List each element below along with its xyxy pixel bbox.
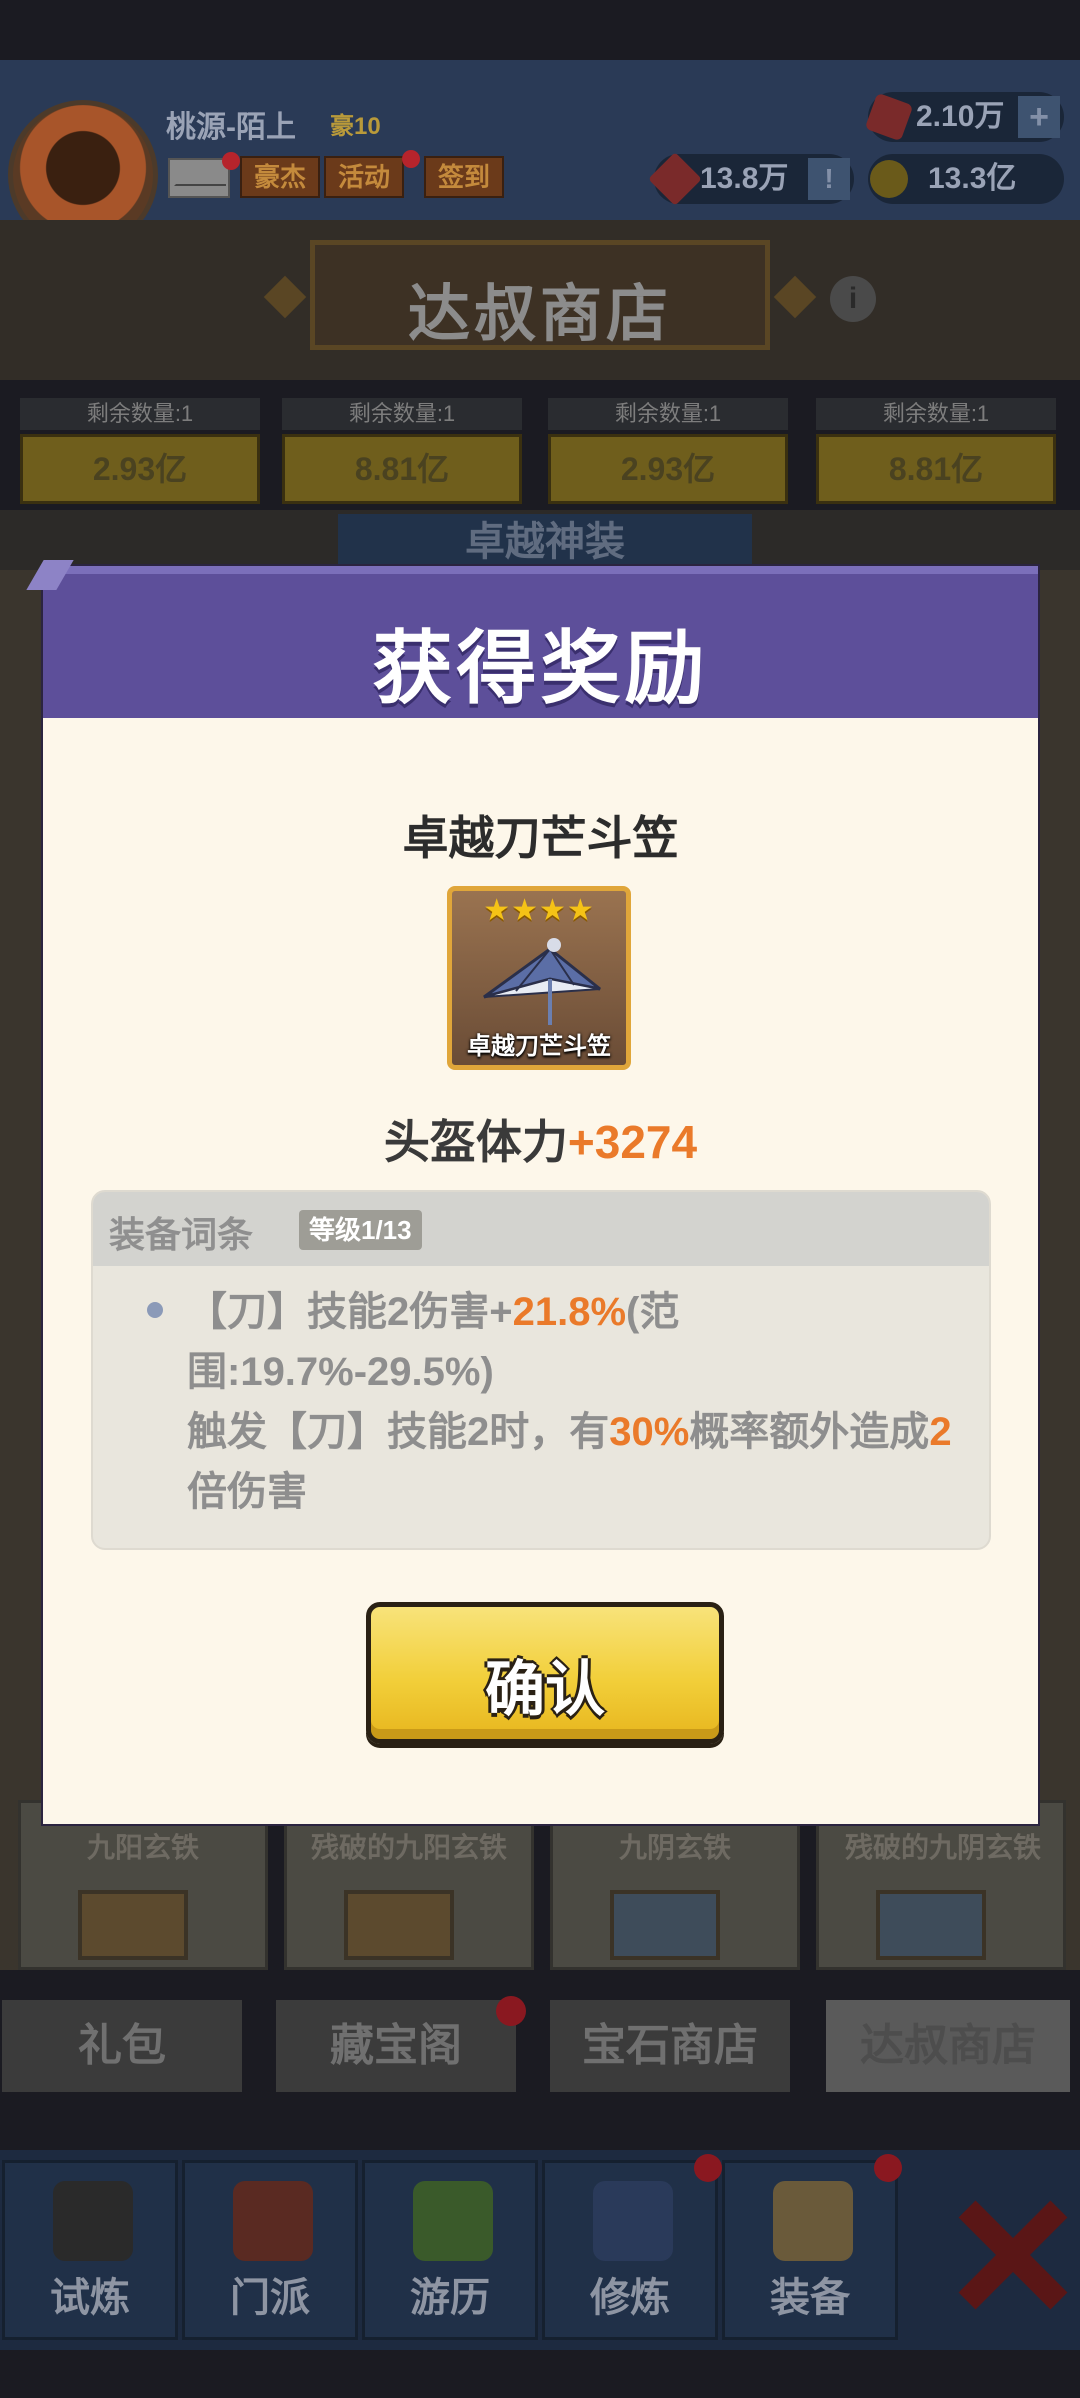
shop-slot[interactable]: 剩余数量:1 8.81亿 [816,398,1056,504]
tab-gift-pack[interactable]: 礼包 [2,2000,242,2092]
item-thumbnail [344,1890,454,1960]
remaining-count: 剩余数量:1 [816,398,1056,430]
stat-value: +3274 [567,1116,698,1168]
add-gems-button[interactable]: + [1018,96,1060,138]
sword-icon [773,2181,853,2261]
price-button[interactable]: 8.81亿 [282,434,522,504]
shop-slot[interactable]: 剩余数量:1 2.93亿 [548,398,788,504]
mail-badge-dot [222,152,240,170]
heroes-button[interactable]: 豪杰 [240,156,321,198]
temple-icon [233,2181,313,2261]
attribute-box: 装备词条 等级1/13 【刀】技能2伤害+21.8%(范围:19.7%-29.5… [91,1190,991,1550]
shop-title-plate: 达叔商店 [310,240,770,350]
reward-icon-label: 卓越刀芒斗笠 [467,1033,611,1060]
tab-badge-dot [496,1996,526,2026]
coins-counter: 13.3亿 [868,154,1064,204]
nav-label: 修炼 [590,2276,670,2320]
nav-label: 试炼 [50,2276,130,2320]
item-name: 残破的九阳玄铁 [310,1832,507,1863]
item-name: 九阴玄铁 [618,1832,731,1863]
price-button[interactable]: 2.93亿 [548,434,788,504]
nav-label: 门派 [230,2276,310,2320]
checkin-button[interactable]: 签到 [424,156,505,198]
nav-sect[interactable]: 门派 [182,2160,358,2340]
confirm-label: 确认 [485,1656,605,1723]
star-rating-icon: ★★★★ [483,894,595,927]
bamboo-hat-icon [483,938,601,1025]
tickets-counter: 13.8万 ! [648,152,854,206]
item-thumbnail [78,1890,188,1960]
reward-item-icon[interactable]: ★★★★ 卓越刀芒斗笠 [447,886,631,1070]
coins-value: 13.3亿 [928,162,1017,195]
shop-slot[interactable]: 剩余数量:1 2.93亿 [20,398,260,504]
attribute-description: 【刀】技能2伤害+21.8%(范围:19.7%-29.5%) 触发【刀】技能2时… [187,1282,977,1522]
nav-equipment[interactable]: 装备 [722,2160,898,2340]
right-edge [1036,570,1080,1970]
gems-counter: 2.10万 + [864,92,1064,142]
price-button[interactable]: 8.81亿 [816,434,1056,504]
attr-highlight: 30% [609,1410,690,1454]
tab-uncle-shop[interactable]: 达叔商店 [826,2000,1070,2092]
stat-line: 头盔体力+3274 [43,1106,1038,1172]
events-badge-dot [402,150,420,168]
nav-cultivate[interactable]: 修炼 [542,2160,718,2340]
item-thumbnail [876,1890,986,1960]
landscape-icon [413,2181,493,2261]
reward-item-name: 卓越刀芒斗笠 [402,812,679,864]
attr-highlight: 2 [929,1410,952,1454]
nav-badge-dot [874,2154,902,2182]
section-title: 卓越神装 [338,514,752,570]
remaining-count: 剩余数量:1 [282,398,522,430]
attr-text-part: 概率额外造成 [689,1410,930,1454]
player-name: 桃源-陌上 [166,111,296,144]
item-name: 残破的九阴玄铁 [844,1832,1041,1863]
remaining-count: 剩余数量:1 [548,398,788,430]
attr-text-part: 【刀】技能2伤害+ [187,1290,513,1334]
events-button[interactable]: 活动 [324,156,405,198]
tickets-info-button[interactable]: ! [808,158,850,200]
attribute-header: 装备词条 等级1/13 [93,1192,989,1266]
item-thumbnail [610,1890,720,1960]
gems-value: 2.10万 [916,100,1005,133]
shop-title: 达叔商店 [407,280,672,349]
vip-level: 豪10 [330,113,381,140]
nav-label: 游历 [410,2276,490,2320]
attribute-level-badge: 等级1/13 [299,1210,422,1250]
reward-modal: 获得奖励 卓越刀芒斗笠 ★★★★ 卓越刀芒斗笠 头盔体力+3274 装备词条 等… [43,566,1038,1824]
attr-highlight: 21.8% [512,1290,627,1334]
nav-badge-dot [694,2154,722,2182]
coin-icon [870,160,908,198]
attr-text-part: 触发【刀】技能2时，有 [187,1410,610,1454]
modal-title: 获得奖励 [372,624,709,713]
price-button[interactable]: 2.93亿 [20,434,260,504]
ninja-icon [53,2181,133,2261]
shop-slot[interactable]: 剩余数量:1 8.81亿 [282,398,522,504]
modal-header: 获得奖励 [43,566,1038,718]
nav-trial[interactable]: 试炼 [2,2160,178,2340]
tickets-value: 13.8万 [700,162,789,195]
mail-icon[interactable] [168,158,230,198]
attribute-title: 装备词条 [109,1214,254,1255]
bullet-dot [147,1302,163,1318]
left-edge [0,570,44,1970]
nav-label: 装备 [770,2276,850,2320]
remaining-count: 剩余数量:1 [20,398,260,430]
close-icon[interactable] [946,2190,1076,2320]
confirm-button[interactable]: 确认 [366,1602,724,1744]
tab-gem-shop[interactable]: 宝石商店 [550,2000,790,2092]
stat-label: 头盔体力 [383,1116,568,1168]
attr-text-part: 倍伤害 [187,1470,307,1514]
tab-treasure-pavilion[interactable]: 藏宝阁 [276,2000,516,2092]
info-icon[interactable]: i [830,276,876,322]
scroll-icon [593,2181,673,2261]
item-name: 九阳玄铁 [86,1832,199,1863]
nav-travel[interactable]: 游历 [362,2160,538,2340]
